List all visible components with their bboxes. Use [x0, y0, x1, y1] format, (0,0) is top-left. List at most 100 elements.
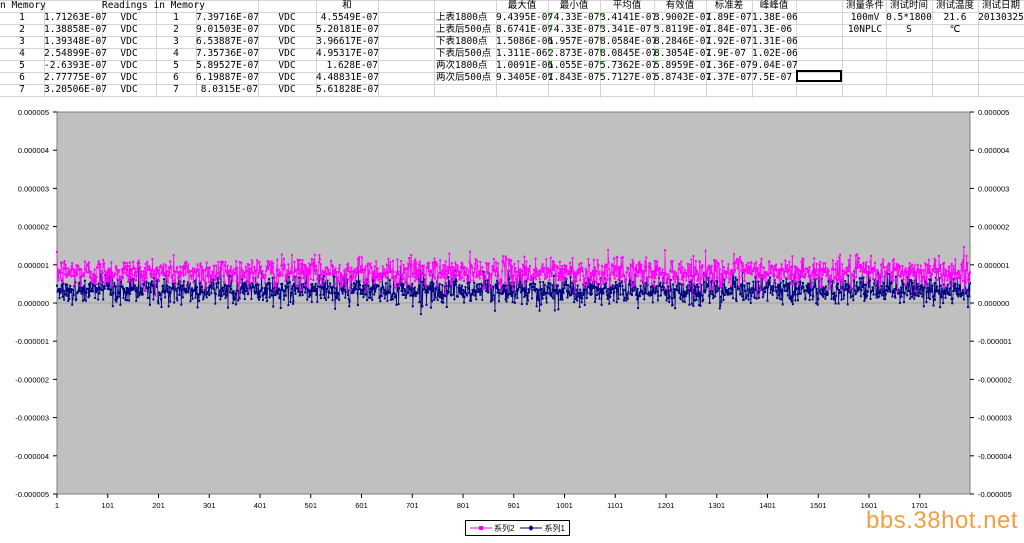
- data-point: [427, 291, 429, 294]
- data-point: [602, 282, 605, 285]
- reading-value-a: 1.71263E-07: [44, 12, 107, 23]
- data-point: [79, 284, 82, 287]
- data-point: [71, 297, 74, 300]
- data-point: [92, 290, 94, 293]
- data-point: [757, 296, 760, 299]
- data-point: [951, 297, 954, 300]
- data-point: [349, 289, 352, 292]
- data-point: [89, 284, 91, 287]
- data-point: [899, 266, 901, 269]
- data-point: [461, 262, 464, 265]
- data-point: [714, 269, 717, 272]
- data-point: [940, 296, 943, 299]
- data-point: [939, 269, 942, 272]
- data-point: [661, 268, 664, 271]
- data-point: [692, 304, 695, 307]
- data-point: [922, 305, 925, 308]
- data-point: [606, 279, 609, 281]
- data-point: [608, 302, 611, 305]
- data-point: [361, 292, 364, 295]
- data-point: [63, 289, 66, 292]
- x-tick-label: 1: [55, 501, 59, 510]
- data-point: [327, 285, 329, 288]
- stats-header: 最大值: [507, 0, 537, 11]
- stats-value: 5.7362E-07: [600, 60, 658, 71]
- data-point: [446, 265, 449, 268]
- data-point: [601, 290, 604, 292]
- data-point: [501, 270, 504, 273]
- data-point: [658, 266, 661, 269]
- data-point: [72, 288, 75, 291]
- data-point: [624, 289, 627, 292]
- data-point: [235, 303, 238, 306]
- data-point: [296, 285, 298, 288]
- data-point: [516, 280, 519, 283]
- data-point: [901, 269, 903, 272]
- data-point: [665, 273, 667, 276]
- data-point: [182, 274, 185, 277]
- data-point: [256, 262, 259, 265]
- data-point: [693, 282, 696, 285]
- data-point: [222, 260, 224, 263]
- data-point: [531, 279, 534, 282]
- data-point: [208, 294, 211, 297]
- data-point: [201, 285, 204, 288]
- data-point: [786, 294, 789, 297]
- data-point: [469, 279, 472, 282]
- data-point: [582, 292, 585, 295]
- data-point: [965, 254, 968, 257]
- data-point: [451, 282, 454, 285]
- data-point: [228, 283, 231, 286]
- row-index: 3: [19, 36, 25, 47]
- data-point: [280, 253, 283, 256]
- data-point: [272, 305, 275, 308]
- data-point: [748, 291, 751, 294]
- data-point: [939, 264, 942, 267]
- data-point: [395, 303, 398, 306]
- data-point: [742, 264, 745, 267]
- data-point: [528, 291, 530, 294]
- data-point: [708, 302, 711, 304]
- data-point: [150, 276, 153, 279]
- data-point: [383, 288, 386, 291]
- data-point: [959, 274, 962, 277]
- x-tick-label: 301: [203, 501, 216, 510]
- data-point: [498, 300, 500, 303]
- data-point: [317, 281, 320, 284]
- data-point: [412, 272, 415, 275]
- data-point: [774, 286, 777, 289]
- data-point: [918, 269, 921, 272]
- data-point: [667, 285, 670, 288]
- data-point: [293, 274, 295, 277]
- data-point: [359, 284, 361, 286]
- data-point: [337, 279, 340, 282]
- data-point: [338, 264, 341, 267]
- data-point: [737, 263, 740, 266]
- data-point: [855, 281, 858, 284]
- data-point: [545, 297, 548, 300]
- data-point: [702, 298, 705, 301]
- data-point: [849, 282, 852, 285]
- data-point: [196, 306, 199, 309]
- data-point: [440, 293, 443, 296]
- data-point: [143, 267, 146, 269]
- data-point: [110, 261, 113, 264]
- data-point: [588, 281, 591, 284]
- data-point: [166, 270, 169, 272]
- data-point: [262, 273, 265, 276]
- selected-cell[interactable]: [796, 70, 842, 82]
- data-point: [248, 282, 251, 285]
- data-point: [109, 267, 112, 270]
- unit-label: VDC: [278, 60, 296, 71]
- data-point: [698, 282, 700, 285]
- data-point: [115, 265, 118, 268]
- data-point: [951, 285, 954, 288]
- data-point: [719, 304, 722, 307]
- data-point: [142, 270, 145, 273]
- data-point: [57, 279, 60, 282]
- data-point: [562, 268, 564, 271]
- data-point: [416, 291, 419, 294]
- data-point: [353, 286, 356, 289]
- data-point: [139, 265, 142, 268]
- data-point: [804, 297, 807, 300]
